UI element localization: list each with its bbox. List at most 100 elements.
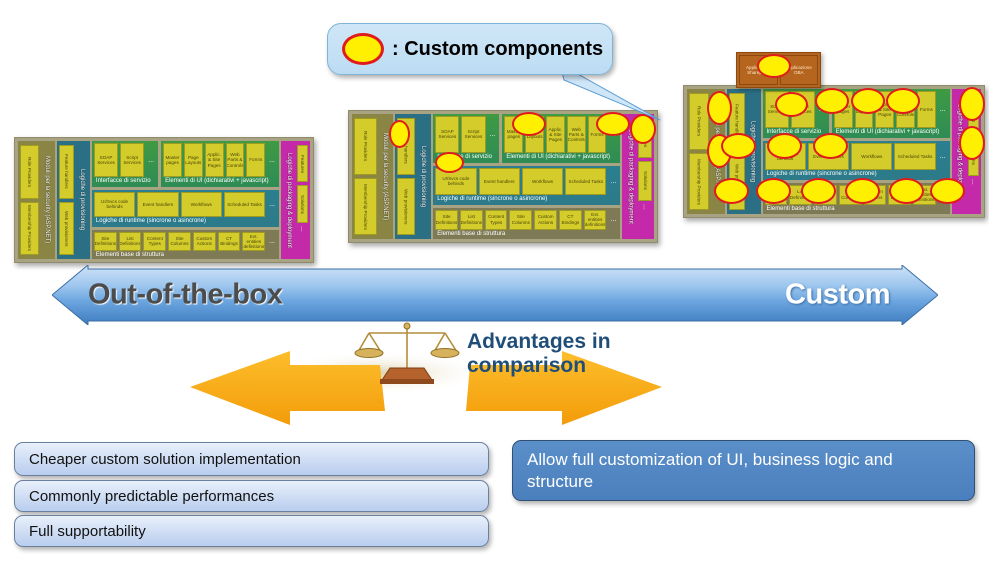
custom-component-marker-icon — [389, 120, 410, 148]
structure-item: CT Bindings — [558, 209, 582, 230]
legend-text: : Custom components — [392, 37, 604, 60]
structure-item: Ext. entities definitions — [242, 231, 266, 252]
custom-component-marker-icon — [512, 112, 546, 136]
top-layer-row: SOAP ServicesScript Services... Interfacc… — [91, 141, 279, 188]
structure-item: Site Columns — [168, 231, 191, 252]
runtime-item: Scheduled Tasks — [565, 167, 607, 195]
packaging-ellipsis: ... — [299, 225, 306, 232]
security-item: Membership Providers — [20, 201, 40, 255]
ui-caption: Elementi di UI (dichiarativi + javascrip… — [165, 178, 269, 185]
ui-caption: Elementi di UI (dichiarativi + javascrip… — [506, 153, 610, 160]
structure-item: Site Definitions — [435, 209, 458, 230]
service-section: SOAP ServicesScript Services... Interfacc… — [91, 141, 159, 188]
runtime-item: Scheduled Tasks — [894, 142, 936, 170]
runtime-item: UI/Svcs code behinds — [435, 167, 477, 195]
custom-component-marker-icon — [886, 88, 920, 114]
custom-component-marker-icon — [757, 54, 791, 78]
provisioning-items: Feature handlers Web provisioners — [59, 143, 74, 257]
ui-item: Applic. & Site Pages — [204, 143, 224, 178]
security-item: Membership Providers — [689, 153, 709, 210]
structure-item: Ext. entities definitions — [583, 209, 607, 230]
security-items: Role Providers Membership Providers — [354, 116, 377, 237]
packaging-item: Features — [297, 145, 308, 183]
custom-component-marker-icon — [801, 178, 836, 204]
service-item: Script Services — [461, 116, 486, 153]
structure-caption: Elementi base di struttura — [766, 205, 835, 212]
custom-component-marker-icon — [721, 133, 756, 159]
advantage-box-oob: Cheaper custom solution implementation — [14, 442, 489, 476]
ui-item: Master pages — [163, 143, 182, 178]
runtime-items: UI/Svcs code behindsEvent handlersWorkfl… — [435, 167, 618, 195]
legend-callout: : Custom components — [327, 23, 613, 75]
runtime-ellipsis: ... — [610, 177, 617, 185]
ui-item: Web Parts & Controls — [225, 143, 245, 178]
custom-component-marker-icon — [930, 178, 965, 204]
custom-component-marker-icon — [959, 126, 985, 160]
custom-component-marker-icon — [756, 178, 791, 204]
structure-item: List Definitions — [459, 209, 483, 230]
runtime-caption: Logiche di runtime (sincrone o asincrone… — [437, 195, 548, 202]
structure-item: Custom Actions — [192, 231, 216, 252]
service-item: Script Services — [120, 143, 145, 178]
layers-stack: SOAP ServicesScript Services... Interfacc… — [91, 141, 279, 259]
architecture-diagram-out-of-the-box: Moduli per la security (ASP.NET) Role Pro… — [14, 137, 314, 263]
custom-component-marker-icon — [845, 178, 880, 204]
provisioning-item: Feature handlers — [59, 145, 74, 199]
packaging-label: Logiche di packaging & deployment — [286, 152, 292, 248]
advantage-box-oob: Commonly predictable performances — [14, 480, 489, 512]
custom-component-marker-icon — [959, 87, 985, 121]
ui-section: Master pagesPage LayoutsApplic. & Site P… — [161, 141, 279, 188]
runtime-section: UI/Svcs code behindsEvent handlersWorkfl… — [91, 190, 279, 227]
security-item: Role Providers — [689, 93, 709, 150]
runtime-section: UI/Svcs code behindsEvent handlersWorkfl… — [433, 165, 621, 205]
custom-component-marker-icon — [851, 88, 885, 114]
axis-right-label: Custom — [785, 278, 890, 311]
service-ellipsis: ... — [148, 156, 155, 164]
security-section: Moduli per la security (ASP.NET)Role Pro… — [352, 114, 393, 239]
ui-items: Master pagesPage LayoutsApplic. & Site P… — [163, 143, 277, 178]
custom-component-marker-icon — [714, 178, 749, 204]
advantage-box-custom: Allow full customization of UI, business… — [512, 440, 975, 501]
ui-item: Forms — [246, 143, 266, 178]
service-ellipsis: ... — [489, 130, 496, 138]
structure-items: Site DefinitionsList DefinitionsContent … — [435, 209, 618, 230]
runtime-caption: Logiche di runtime (sincrone o asincrone… — [766, 170, 877, 177]
security-item: Role Providers — [20, 145, 40, 199]
packaging-ellipsis: ... — [969, 178, 977, 185]
structure-ellipsis: ... — [269, 237, 276, 245]
custom-component-marker-icon — [889, 178, 924, 204]
structure-item: CT Bindings — [217, 231, 241, 252]
security-section: Moduli per la security (ASP.NET)Role Pro… — [18, 141, 56, 259]
ui-ellipsis: ... — [939, 105, 946, 113]
balance-scale-icon — [354, 322, 460, 384]
ui-caption: Elementi di UI (dichiarativi + javascrip… — [835, 128, 940, 135]
structure-item: Custom Actions — [534, 209, 557, 230]
custom-component-marker-icon — [813, 133, 848, 159]
structure-caption: Elementi base di struttura — [437, 230, 506, 237]
runtime-ellipsis: ... — [939, 152, 946, 160]
provisioning-label: Logiche di provisioning — [420, 145, 427, 208]
custom-component-marker-icon — [775, 92, 808, 117]
service-caption: Interfacce di servizio — [95, 178, 151, 185]
structure-section: Site DefinitionsList DefinitionsContent … — [433, 207, 621, 239]
service-item: SOAP Services — [93, 143, 119, 178]
security-items: Role Providers Membership Providers — [20, 143, 40, 257]
packaging-ellipsis: ... — [641, 203, 649, 210]
runtime-item: Event handlers — [137, 192, 179, 217]
provisioning-item: Web provisioners — [59, 201, 74, 255]
runtime-caption: Logiche di runtime (sincrone o asincrone… — [95, 217, 206, 224]
structure-section: Site DefinitionsList DefinitionsContent … — [91, 229, 279, 259]
runtime-item: Workflows — [521, 167, 564, 195]
security-item: Role Providers — [354, 118, 377, 175]
service-items: SOAP ServicesScript Services... — [435, 116, 497, 153]
structure-ellipsis: ... — [610, 216, 617, 224]
runtime-item: Event handlers — [478, 167, 520, 195]
packaging-item: Solutions — [297, 185, 308, 223]
ui-ellipsis: ... — [269, 156, 275, 164]
runtime-items: UI/Svcs code behindsEvent handlersWorkfl… — [93, 192, 277, 217]
structure-item: Site Definitions — [93, 231, 117, 252]
packaging-section: Logiche di packaging & deployment Feature… — [281, 141, 310, 259]
oob-to-custom-arrow: Out-of-the-box Custom — [51, 263, 939, 327]
ui-item: Forms — [916, 91, 936, 128]
advantages-label: Advantages in comparison — [467, 330, 611, 378]
